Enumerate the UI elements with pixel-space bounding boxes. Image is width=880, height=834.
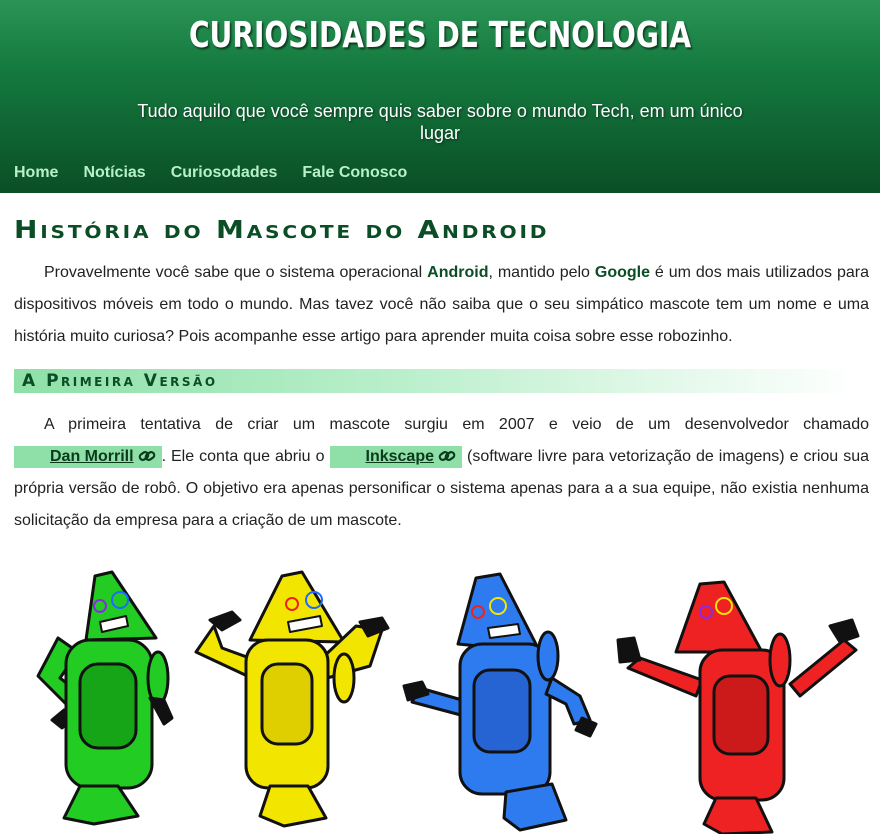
- robot-blue: [402, 572, 598, 832]
- site-subtitle: Tudo aquilo que você sempre quis saber s…: [137, 101, 743, 143]
- google-keyword: Google: [594, 264, 650, 281]
- intro-text-1: Provavelmente você sabe que o sistema op…: [44, 264, 428, 281]
- mascots-illustration: [36, 570, 860, 834]
- intro-text-2: , mantido pelo: [488, 264, 595, 281]
- section1-text-1: A primeira tentativa de criar um mascote…: [44, 416, 869, 433]
- robot-yellow: [194, 570, 390, 828]
- nav-item-fale-conosco[interactable]: Fale Conosco: [302, 164, 407, 182]
- robot-red: [616, 580, 860, 834]
- robot-green: [36, 570, 174, 826]
- nav-item-curiosidades[interactable]: Curiosodades: [171, 164, 278, 182]
- section1-paragraph: A primeira tentativa de criar um mascote…: [14, 409, 869, 537]
- link-inkscape-label: Inkscape: [365, 448, 434, 465]
- chain-link-icon: [138, 451, 155, 461]
- nav-item-noticias[interactable]: Notícias: [83, 164, 145, 182]
- android-keyword: Android: [427, 264, 489, 281]
- section-title-primeira-versao: A Primeira Versão: [14, 369, 859, 393]
- link-inkscape[interactable]: Inkscape: [329, 446, 462, 468]
- link-dan-morrill-label: Dan Morrill: [50, 448, 134, 465]
- nav-item-home[interactable]: Home: [14, 164, 58, 182]
- chain-link-icon: [438, 451, 456, 461]
- site-header: CURIOSIDADES DE TECNOLOGIA Tudo aquilo q…: [0, 0, 880, 193]
- article-main: História do Mascote do Android Provavelm…: [0, 215, 880, 537]
- main-nav: Home Notícias Curiosodades Fale Conosco: [14, 164, 432, 182]
- site-title: CURIOSIDADES DE TECNOLOGIA: [188, 15, 692, 56]
- article-title: História do Mascote do Android: [14, 215, 550, 244]
- intro-paragraph: Provavelmente você sabe que o sistema op…: [14, 257, 869, 353]
- section1-text-2: . Ele conta que abriu o: [161, 448, 330, 465]
- link-dan-morrill[interactable]: Dan Morrill: [14, 446, 162, 468]
